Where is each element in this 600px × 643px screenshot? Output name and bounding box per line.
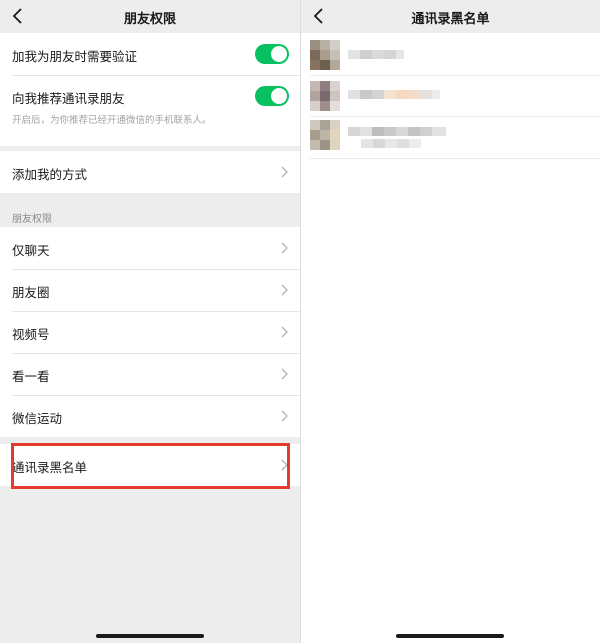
nav-bar: 通讯录黑名单 — [301, 0, 600, 33]
section-header: 朋友权限 — [12, 214, 52, 225]
recommend-contacts-toggle[interactable] — [255, 86, 289, 106]
chevron-right-icon — [281, 410, 288, 422]
page-title: 朋友权限 — [123, 12, 176, 27]
friend-permissions-screen: 朋友权限 加我为朋友时需要验证 向我推荐通讯录朋友 开启后，为你推荐已经开通微信… — [0, 0, 300, 643]
avatar — [310, 120, 340, 154]
recommend-contacts-row: 向我推荐通讯录朋友 开启后，为你推荐已经开通微信的手机联系人。 — [0, 76, 300, 146]
chevron-right-icon — [281, 284, 288, 296]
chevron-right-icon — [281, 368, 288, 380]
verify-friend-label: 加我为朋友时需要验证 — [12, 49, 138, 64]
contact-blacklist-screen: 通讯录黑名单 — [301, 0, 600, 643]
blacklist-contact[interactable] — [301, 76, 600, 116]
verification-settings-group: 加我为朋友时需要验证 向我推荐通讯录朋友 开启后，为你推荐已经开通微信的手机联系… — [0, 33, 300, 146]
avatar — [310, 81, 340, 111]
blacklist-contact[interactable] — [301, 117, 600, 157]
avatar — [310, 40, 340, 70]
chevron-right-icon — [281, 166, 288, 178]
page-title: 通讯录黑名单 — [411, 12, 490, 27]
verify-friend-row: 加我为朋友时需要验证 — [0, 33, 300, 75]
nav-bar: 朋友权限 — [0, 0, 300, 33]
recommend-hint: 开启后，为你推荐已经开通微信的手机联系人。 — [12, 115, 212, 126]
list-item-top-stories[interactable]: 看一看 — [0, 353, 300, 395]
list-item-label: 朋友圈 — [12, 285, 50, 300]
highlight-box — [11, 443, 290, 489]
add-methods-label: 添加我的方式 — [12, 167, 88, 182]
list-item-label: 微信运动 — [12, 411, 63, 426]
list-item-label: 视频号 — [12, 327, 50, 342]
list-item-moments[interactable]: 朋友圈 — [0, 269, 300, 311]
list-item-label: 看一看 — [12, 369, 50, 384]
list-item-chat-only[interactable]: 仅聊天 — [0, 227, 300, 269]
permissions-list: 仅聊天 朋友圈 视频号 看一看 微信运动 — [0, 227, 300, 437]
blacklist-contact[interactable] — [301, 35, 600, 75]
pixelated-name — [361, 139, 421, 148]
pixelated-name — [348, 50, 404, 59]
chevron-right-icon — [281, 242, 288, 254]
list-item-werun[interactable]: 微信运动 — [0, 395, 300, 437]
list-item-label: 仅聊天 — [12, 243, 50, 258]
add-methods-row[interactable]: 添加我的方式 — [0, 151, 300, 193]
chevron-right-icon — [281, 326, 288, 338]
home-indicator — [96, 634, 204, 638]
list-item-channels[interactable]: 视频号 — [0, 311, 300, 353]
recommend-contacts-label: 向我推荐通讯录朋友 — [12, 91, 125, 106]
pixelated-name — [348, 90, 440, 99]
divider — [310, 158, 600, 159]
home-indicator — [396, 634, 504, 638]
pixelated-name — [348, 127, 446, 136]
verify-friend-toggle[interactable] — [255, 44, 289, 64]
